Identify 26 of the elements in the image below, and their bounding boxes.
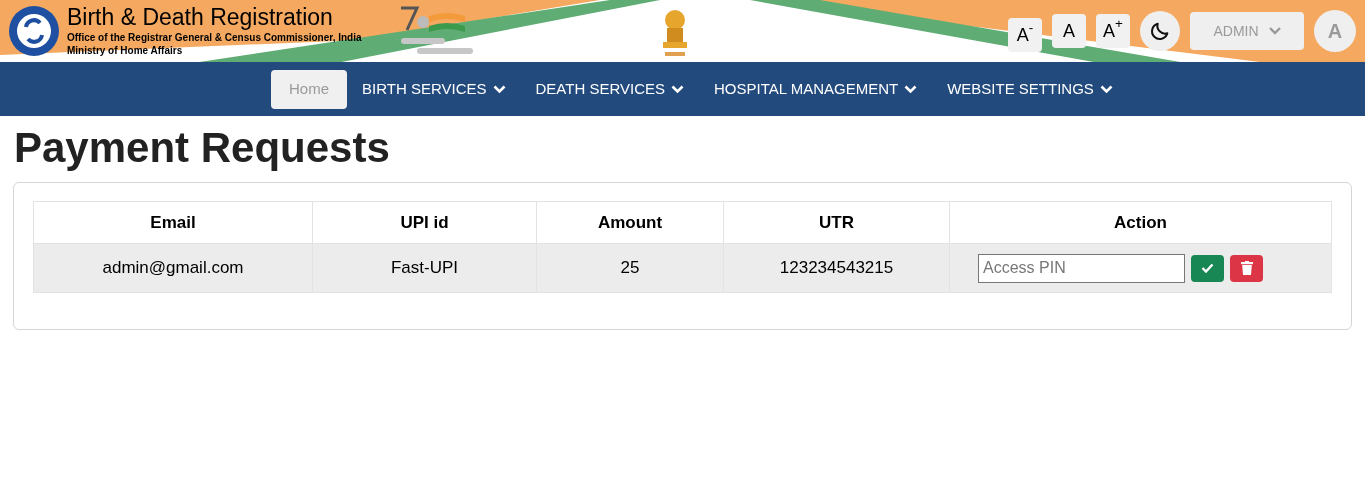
font-size-button[interactable]: A$^{-}$ xyxy=(1008,18,1042,52)
nav-link[interactable]: HOSPITAL MANAGEMENT xyxy=(699,69,933,109)
nav-link[interactable]: BIRTH SERVICES xyxy=(347,69,521,109)
font-size-button[interactable]: A xyxy=(1052,14,1086,48)
column-header: UTR xyxy=(723,201,950,244)
column-header: UPI id xyxy=(312,201,537,244)
table-cell: Fast-UPI xyxy=(312,243,537,293)
nav-link[interactable]: DEATH SERVICES xyxy=(520,69,699,109)
approve-button[interactable] xyxy=(1191,254,1224,282)
pin-input-field[interactable]: Access PIN xyxy=(978,253,1185,283)
nav-link[interactable]: WEBSITE SETTINGS xyxy=(932,69,1128,109)
chevron-down-icon xyxy=(1268,27,1281,35)
moon-icon xyxy=(1149,20,1171,42)
page-title: Payment Requests xyxy=(14,123,391,173)
check-icon xyxy=(1201,263,1214,273)
table-cell: 123234543215 xyxy=(723,243,950,293)
column-header: Action xyxy=(949,201,1332,244)
column-header: Amount xyxy=(536,201,724,244)
emblem-logo-icon xyxy=(8,5,60,57)
delete-button[interactable] xyxy=(1230,254,1263,282)
site-title: Birth & Death Registration xyxy=(67,6,334,29)
font-size-button[interactable]: A$^{+}$ xyxy=(1096,14,1130,48)
column-header: Email xyxy=(33,201,313,244)
table-cell: admin@gmail.com xyxy=(33,243,313,293)
trash-icon xyxy=(1240,261,1253,275)
table-cell: 25 xyxy=(536,243,724,293)
